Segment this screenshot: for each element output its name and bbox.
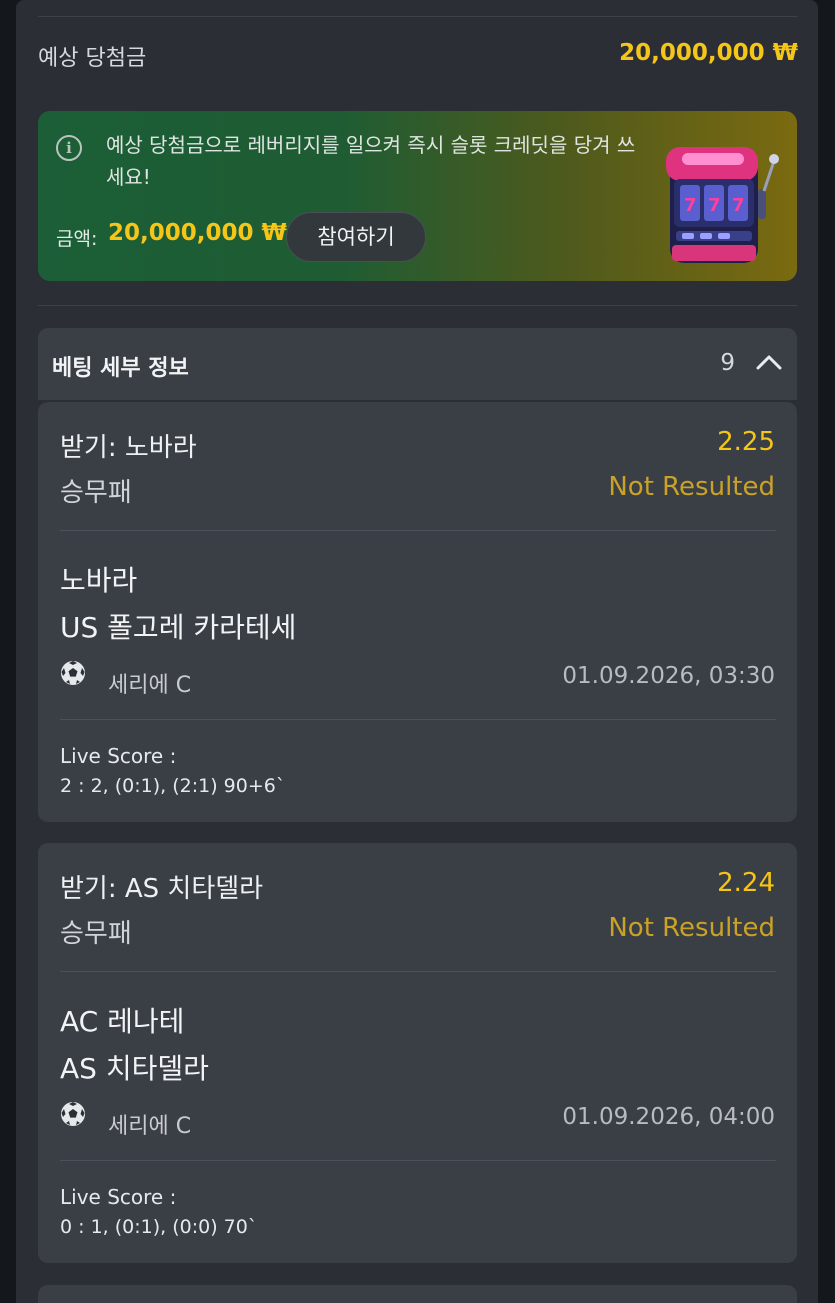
promo-message: 예상 당첨금으로 레버리지를 일으켜 즉시 슬롯 크레딧을 당겨 쓰세요!	[106, 133, 636, 189]
bet-details-title: 베팅 세부 정보	[52, 356, 189, 381]
bet-count: 9	[720, 350, 735, 376]
bet-odds: 2.24	[717, 868, 775, 898]
bet-card: 받기: AS 치타델라 2.24 승무패 Not Resulted AC 레나테…	[38, 843, 797, 1263]
svg-text:7: 7	[708, 195, 721, 216]
bet-odds: 2.25	[717, 427, 775, 457]
join-button[interactable]: 참여하기	[286, 212, 426, 262]
soccer-ball-icon	[61, 1102, 85, 1126]
bet-slip-panel: 예상 당첨금 20,000,000 ₩ i 예상 당첨금으로 레버리지를 일으켜…	[16, 0, 818, 1303]
slot-credit-promo-banner: i 예상 당첨금으로 레버리지를 일으켜 즉시 슬롯 크레딧을 당겨 쓰세요! …	[38, 111, 797, 281]
bet-status: Not Resulted	[608, 472, 775, 502]
chevron-up-icon[interactable]	[755, 352, 783, 372]
league-name: 세리에 C	[108, 1114, 192, 1139]
bet-pick: 받기: AS 치타델라	[60, 874, 264, 904]
live-score-value: 2 : 2, (0:1), (2:1) 90+6`	[60, 775, 286, 797]
divider	[60, 719, 776, 720]
svg-text:7: 7	[732, 195, 745, 216]
bet-market: 승무패	[60, 478, 132, 508]
league-name: 세리에 C	[108, 673, 192, 698]
match-datetime: 01.09.2026, 03:30	[562, 663, 775, 689]
home-team: 노바라	[60, 564, 138, 597]
live-score-label: Live Score :	[60, 744, 177, 768]
divider	[38, 16, 797, 17]
away-team: AS 치타델라	[60, 1052, 209, 1085]
bet-details-header[interactable]: 베팅 세부 정보 9	[38, 328, 797, 400]
bet-pick: 받기: 노바라	[60, 433, 197, 463]
svg-text:7: 7	[684, 195, 697, 216]
info-icon: i	[56, 135, 82, 161]
divider	[38, 305, 797, 306]
promo-amount-value: 20,000,000 ₩	[108, 220, 287, 246]
estimated-winnings-label: 예상 당첨금	[38, 46, 147, 71]
bet-card	[38, 1285, 797, 1303]
match-datetime: 01.09.2026, 04:00	[562, 1104, 775, 1130]
estimated-winnings-value: 20,000,000 ₩	[619, 40, 798, 66]
live-score-value: 0 : 1, (0:1), (0:0) 70`	[60, 1216, 258, 1238]
away-team: US 폴고레 카라테세	[60, 611, 297, 644]
live-score-label: Live Score :	[60, 1185, 177, 1209]
bet-market: 승무패	[60, 919, 132, 949]
bet-card: 받기: 노바라 2.25 승무패 Not Resulted 노바라 US 폴고레…	[38, 402, 797, 822]
divider	[60, 530, 776, 531]
home-team: AC 레나테	[60, 1005, 185, 1038]
divider	[60, 1160, 776, 1161]
slot-machine-icon: 7 7 7	[666, 147, 779, 263]
soccer-ball-icon	[61, 661, 85, 685]
divider	[60, 971, 776, 972]
bet-status: Not Resulted	[608, 913, 775, 943]
promo-amount-label: 금액:	[56, 228, 98, 250]
